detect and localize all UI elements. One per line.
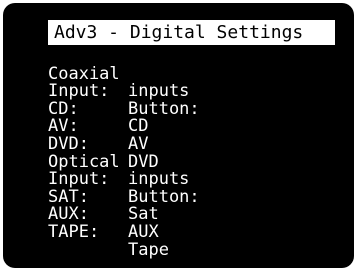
mapping-row-dvd[interactable]: DVD: DVD — [48, 118, 159, 170]
row-label: TAPE: — [48, 221, 100, 242]
mapping-row-cd[interactable]: CD: CD — [48, 83, 148, 135]
mapping-row-av[interactable]: AV: AV — [48, 101, 148, 153]
row-value: AUX — [128, 221, 159, 242]
mapping-row-sat[interactable]: SAT: Sat — [48, 171, 159, 223]
row-value: AV — [128, 133, 149, 154]
mapping-row-aux[interactable]: AUX: AUX — [48, 189, 159, 241]
mapping-row-tape[interactable]: TAPE: Tape — [48, 206, 169, 258]
section-header-optical: Optical inputs — [48, 136, 189, 188]
row-value: Tape — [128, 239, 169, 260]
column-header-row: Input: Button: — [48, 66, 200, 118]
column-header-row: Input: Button: — [48, 154, 200, 206]
section-header-coaxial: Coaxial inputs — [48, 48, 189, 100]
lcd-screen: Adv3 - Digital Settings Coaxial inputs I… — [3, 3, 354, 268]
settings-menu: Coaxial inputs Input: Button: CD: CD AV:… — [48, 48, 200, 258]
screen-title: Adv3 - Digital Settings — [48, 20, 335, 45]
